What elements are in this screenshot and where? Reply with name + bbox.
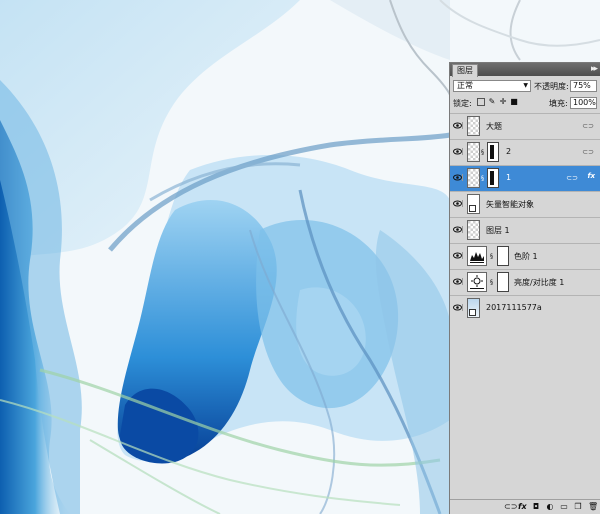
- eye-icon[interactable]: [453, 174, 463, 181]
- brightness-contrast-icon: [467, 272, 487, 292]
- blend-mode-select[interactable]: 正常 ▼: [453, 80, 531, 92]
- layer-row[interactable]: 2017111577a: [450, 295, 600, 321]
- opacity-label: 不透明度:: [534, 82, 569, 91]
- link-layers-icon[interactable]: ⊂⊃: [504, 502, 517, 512]
- link-icon: ⊂⊃: [582, 122, 594, 130]
- trash-icon[interactable]: 🗑: [588, 502, 598, 512]
- layer-mask-thumbnail[interactable]: [487, 168, 499, 188]
- layer-thumbnail: [467, 220, 480, 240]
- layer-mask-thumbnail[interactable]: [497, 246, 509, 266]
- layer-name: 2: [506, 147, 512, 156]
- lock-pixels-icon[interactable]: ✎: [488, 98, 496, 106]
- layer-name: 亮度/对比度 1: [514, 278, 565, 287]
- chain-icon[interactable]: §: [490, 279, 493, 286]
- layer-name: 大题: [486, 122, 502, 131]
- layer-row[interactable]: 图层 1: [450, 217, 600, 243]
- eye-icon[interactable]: [453, 226, 463, 233]
- chain-icon[interactable]: §: [481, 175, 484, 182]
- opacity-field[interactable]: 75%: [570, 80, 597, 92]
- layer-thumbnail: [467, 142, 480, 162]
- layer-row[interactable]: 大题 ⊂⊃: [450, 113, 600, 139]
- fx-icon[interactable]: fx: [587, 172, 595, 180]
- eye-icon[interactable]: [453, 200, 463, 207]
- layer-name: 2017111577a: [486, 303, 542, 312]
- lock-transparency-icon[interactable]: [477, 98, 485, 106]
- panel-titlebar: 图层 ▸▸: [450, 63, 600, 77]
- layer-row-selected[interactable]: § 1 ⊂⊃ fx: [450, 165, 600, 191]
- eye-icon[interactable]: [453, 122, 463, 129]
- levels-adjustment-icon: [467, 246, 487, 266]
- layer-mask-thumbnail[interactable]: [497, 272, 509, 292]
- layer-thumbnail: [467, 168, 480, 188]
- layer-thumbnail: [467, 116, 480, 136]
- collapse-panel-icon[interactable]: ▸▸: [591, 63, 598, 76]
- panel-bottom-toolbar: ⊂⊃ fx ◘ ◐ ▭ ❐ 🗑: [450, 499, 600, 514]
- lock-label: 锁定:: [453, 99, 472, 108]
- new-group-icon[interactable]: ▭: [560, 502, 568, 512]
- layer-name: 1: [506, 173, 512, 182]
- layer-mask-thumbnail[interactable]: [487, 142, 499, 162]
- fill-field[interactable]: 100%: [570, 97, 597, 109]
- lock-position-icon[interactable]: ✛: [499, 98, 507, 106]
- chain-icon[interactable]: §: [481, 149, 484, 156]
- layer-name: 矢量智能对象: [486, 200, 534, 209]
- layers-list: 大题 ⊂⊃ § 2 ⊂⊃ § 1 ⊂⊃ fx 矢量智能对象 图层 1 § 色阶 …: [450, 113, 600, 321]
- fx-icon[interactable]: fx: [518, 502, 527, 512]
- layer-name: 色阶 1: [514, 252, 538, 261]
- eye-icon[interactable]: [453, 252, 463, 259]
- smart-object-thumbnail: [467, 194, 480, 214]
- layer-row[interactable]: § 色阶 1: [450, 243, 600, 269]
- link-icon: ⊂⊃: [566, 174, 578, 182]
- chevron-down-icon: ▼: [523, 82, 528, 89]
- lock-all-icon[interactable]: ■: [510, 98, 518, 106]
- layers-panel: 图层 ▸▸ 正常 ▼ 不透明度: 75% 锁定: ✎ ✛ ■ 填充: 100% …: [449, 62, 600, 514]
- layer-thumbnail: [467, 298, 480, 318]
- layer-row[interactable]: 矢量智能对象: [450, 191, 600, 217]
- layer-name: 图层 1: [486, 226, 510, 235]
- layer-row[interactable]: § 亮度/对比度 1: [450, 269, 600, 295]
- adjustment-icon[interactable]: ◐: [546, 502, 554, 512]
- link-icon: ⊂⊃: [582, 148, 594, 156]
- add-mask-icon[interactable]: ◘: [532, 502, 540, 512]
- layer-row[interactable]: § 2 ⊂⊃: [450, 139, 600, 165]
- tab-layers[interactable]: 图层: [452, 64, 478, 77]
- new-layer-icon[interactable]: ❐: [574, 502, 582, 512]
- blend-mode-value: 正常: [457, 81, 473, 90]
- eye-icon[interactable]: [453, 278, 463, 285]
- eye-icon[interactable]: [453, 148, 463, 155]
- eye-icon[interactable]: [453, 304, 463, 311]
- chain-icon[interactable]: §: [490, 253, 493, 260]
- fill-label: 填充:: [549, 99, 568, 108]
